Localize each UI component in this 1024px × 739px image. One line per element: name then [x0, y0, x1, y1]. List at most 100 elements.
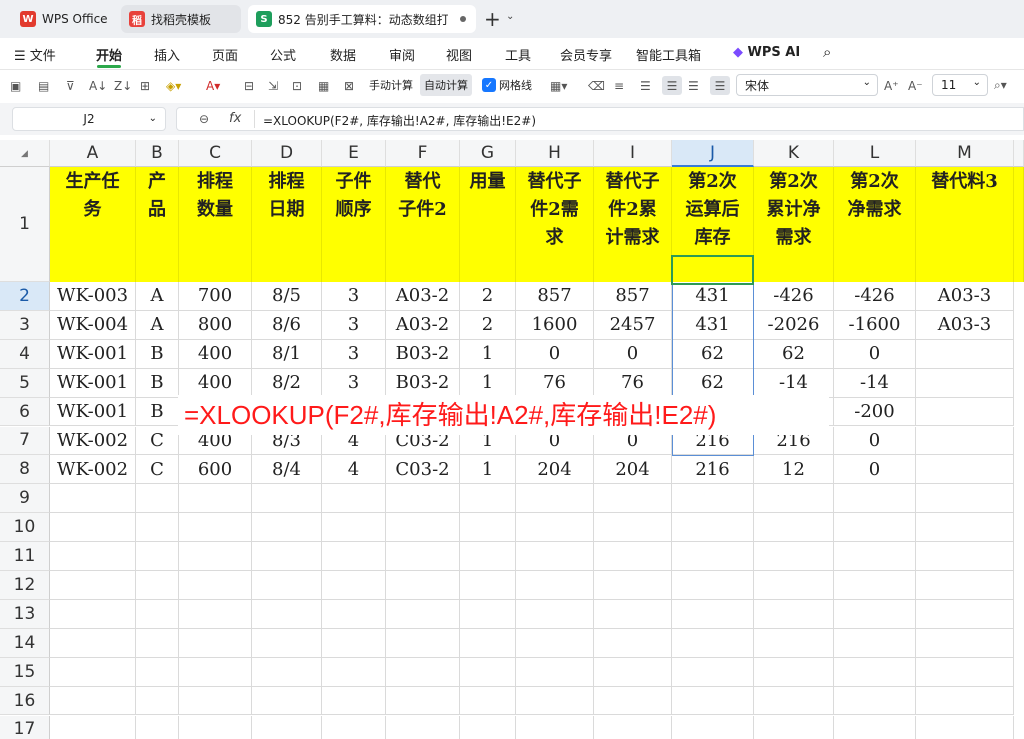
cell-j12[interactable]	[672, 571, 754, 600]
cell-g17[interactable]	[460, 715, 516, 739]
cell-i14[interactable]	[594, 628, 672, 658]
fx-icon[interactable]: fx	[229, 111, 241, 126]
cell-l14[interactable]	[834, 628, 916, 658]
cell-l7[interactable]: 0	[834, 426, 916, 456]
cell-c17[interactable]	[179, 715, 252, 739]
zoom-formula-icon[interactable]: ⊖	[199, 112, 209, 126]
cell-j8[interactable]: 216	[672, 455, 754, 485]
cell-b7[interactable]: C	[136, 426, 179, 456]
column-header-d[interactable]: D	[252, 140, 322, 167]
cell-h16[interactable]	[516, 686, 594, 716]
cell-f12[interactable]	[386, 571, 460, 600]
cell-i2[interactable]: 857	[594, 282, 672, 311]
menu-page[interactable]: 页面	[212, 45, 238, 64]
row-header-4[interactable]: 4	[0, 339, 50, 369]
clear-format-icon[interactable]: ⌫	[588, 76, 605, 95]
cell-g9[interactable]	[460, 484, 516, 514]
formula-text[interactable]: =XLOOKUP(F2#, 库存输出!A2#, 库存输出!E2#)	[263, 112, 536, 129]
cell-m6[interactable]	[916, 397, 1014, 427]
cell-b16[interactable]	[136, 686, 179, 716]
row-header-8[interactable]: 8	[0, 455, 50, 485]
row-header-17[interactable]: 17	[0, 715, 50, 739]
cell-b6[interactable]: B	[136, 397, 179, 427]
cell-m10[interactable]	[916, 513, 1014, 543]
cell-h8[interactable]: 204	[516, 455, 594, 485]
cell-j17[interactable]	[672, 715, 754, 739]
header-cell-a[interactable]: 生产任务	[50, 167, 136, 282]
cell-c12[interactable]	[179, 571, 252, 600]
menu-insert[interactable]: 插入	[154, 45, 180, 64]
cell-e17[interactable]	[322, 715, 386, 739]
cell-k4[interactable]: 62	[754, 339, 834, 369]
cell-e4[interactable]: 3	[322, 339, 386, 369]
row-header-3[interactable]: 3	[0, 310, 50, 340]
format-painter-icon[interactable]: ▣	[10, 76, 21, 95]
column-header-m[interactable]: M	[916, 140, 1014, 167]
cell-b5[interactable]: B	[136, 368, 179, 398]
row-header-12[interactable]: 12	[0, 571, 50, 600]
cell-e13[interactable]	[322, 599, 386, 629]
cell-l12[interactable]	[834, 571, 916, 600]
header-cell-l[interactable]: 第2次 净需求	[834, 167, 916, 282]
cell-b15[interactable]	[136, 657, 179, 687]
cell-g16[interactable]	[460, 686, 516, 716]
cell-l6[interactable]: -200	[834, 397, 916, 427]
cell-a11[interactable]	[50, 542, 136, 571]
cell-f5[interactable]: B03-2	[386, 368, 460, 398]
sort-descending-icon[interactable]: Z↓	[114, 76, 132, 95]
increase-font-icon[interactable]: A⁺	[884, 76, 899, 95]
cell-e15[interactable]	[322, 657, 386, 687]
cell-a14[interactable]	[50, 628, 136, 658]
column-header-e[interactable]: E	[322, 140, 386, 167]
cell-a5[interactable]: WK-001	[50, 368, 136, 398]
cell-h2[interactable]: 857	[516, 282, 594, 311]
sort-ascending-icon[interactable]: A↓	[89, 76, 107, 95]
cell-m16[interactable]	[916, 686, 1014, 716]
cell-j13[interactable]	[672, 599, 754, 629]
cell-i8[interactable]: 204	[594, 455, 672, 485]
row-header-11[interactable]: 11	[0, 542, 50, 571]
cell-e10[interactable]	[322, 513, 386, 543]
cell-d8[interactable]: 8/4	[252, 455, 322, 485]
cell-k9[interactable]	[754, 484, 834, 514]
freeze-panes-icon[interactable]: ⊡	[292, 76, 302, 95]
cell-j2[interactable]: 431	[672, 282, 754, 311]
cell-h13[interactable]	[516, 599, 594, 629]
cell-c8[interactable]: 600	[179, 455, 252, 485]
header-cell-k[interactable]: 第2次 累计净 需求	[754, 167, 834, 282]
cell-a6[interactable]: WK-001	[50, 397, 136, 427]
cell-i10[interactable]	[594, 513, 672, 543]
cell-f3[interactable]: A03-2	[386, 310, 460, 340]
cell-i12[interactable]	[594, 571, 672, 600]
cell-g10[interactable]	[460, 513, 516, 543]
cell-h15[interactable]	[516, 657, 594, 687]
cell-k5[interactable]: -14	[754, 368, 834, 398]
cell-c4[interactable]: 400	[179, 339, 252, 369]
cell-h11[interactable]	[516, 542, 594, 571]
cell-g11[interactable]	[460, 542, 516, 571]
header-cell-b[interactable]: 产品	[136, 167, 179, 282]
cell-h4[interactable]: 0	[516, 339, 594, 369]
cell-k8[interactable]: 12	[754, 455, 834, 485]
cell-k12[interactable]	[754, 571, 834, 600]
cell-a3[interactable]: WK-004	[50, 310, 136, 340]
tab-docer[interactable]: 稻 找稻壳模板	[121, 5, 241, 33]
cell-a16[interactable]	[50, 686, 136, 716]
cell-e14[interactable]	[322, 628, 386, 658]
borders-icon[interactable]: ⊞	[140, 76, 150, 95]
cell-g12[interactable]	[460, 571, 516, 600]
cell-l15[interactable]	[834, 657, 916, 687]
row-col-icon[interactable]: ▦	[318, 76, 329, 95]
cell-j3[interactable]: 431	[672, 310, 754, 340]
column-header-l[interactable]: L	[834, 140, 916, 167]
cell-i15[interactable]	[594, 657, 672, 687]
row-header-1[interactable]: 1	[0, 167, 50, 282]
cell-m12[interactable]	[916, 571, 1014, 600]
cell-g5[interactable]: 1	[460, 368, 516, 398]
cell-l13[interactable]	[834, 599, 916, 629]
menu-member[interactable]: 会员专享	[560, 45, 612, 64]
cell-i3[interactable]: 2457	[594, 310, 672, 340]
cell-k2[interactable]: -426	[754, 282, 834, 311]
column-header-k[interactable]: K	[754, 140, 834, 167]
cell-e11[interactable]	[322, 542, 386, 571]
